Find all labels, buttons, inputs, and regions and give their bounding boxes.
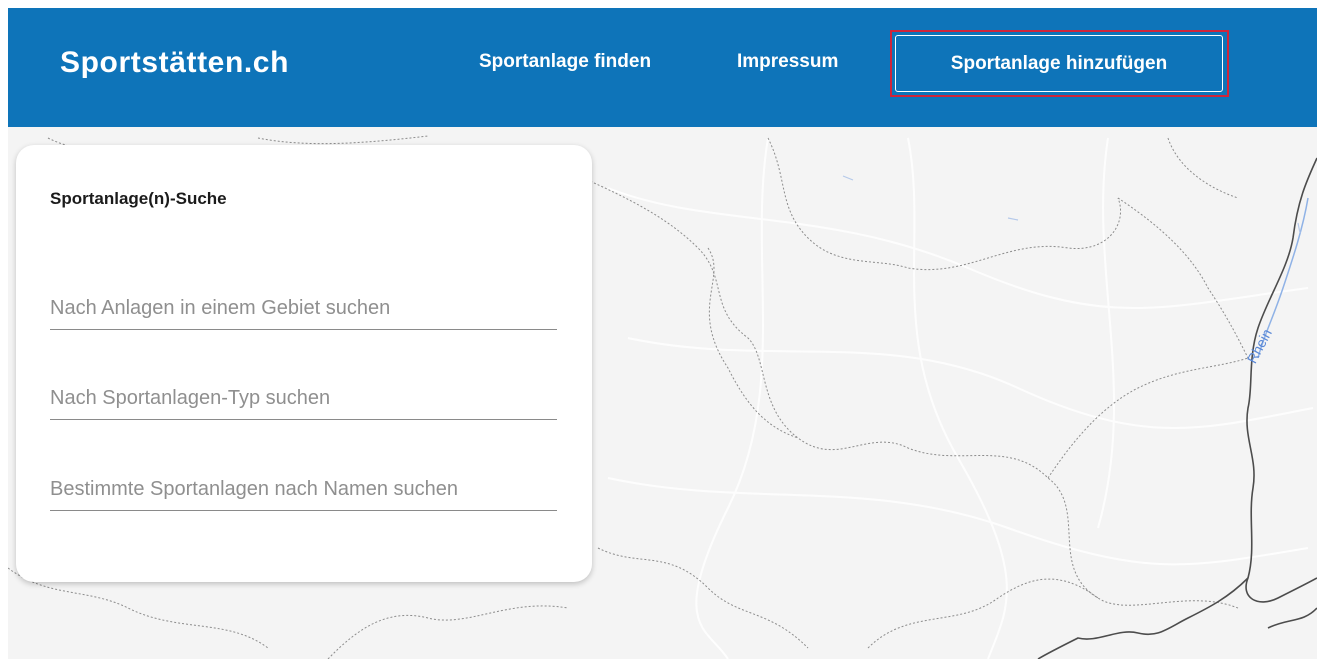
type-search-input[interactable] <box>50 387 557 410</box>
nav-impressum[interactable]: Impressum <box>737 51 838 73</box>
area-search-input[interactable] <box>50 297 557 320</box>
name-search-field <box>50 463 557 511</box>
search-panel: Sportanlage(n)-Suche <box>16 145 592 582</box>
nav-find-facility[interactable]: Sportanlage finden <box>479 51 651 73</box>
add-facility-button[interactable]: Sportanlage hinzufügen <box>895 35 1223 92</box>
top-navbar: Sportstätten.ch Sportanlage finden Impre… <box>8 8 1317 127</box>
site-logo[interactable]: Sportstätten.ch <box>60 46 289 80</box>
name-search-input[interactable] <box>50 478 557 501</box>
app-frame: Rhein Sportstätten.ch Sportanlage finden… <box>8 8 1317 659</box>
area-search-field <box>50 282 557 330</box>
search-panel-title: Sportanlage(n)-Suche <box>50 189 227 208</box>
type-search-field <box>50 372 557 420</box>
